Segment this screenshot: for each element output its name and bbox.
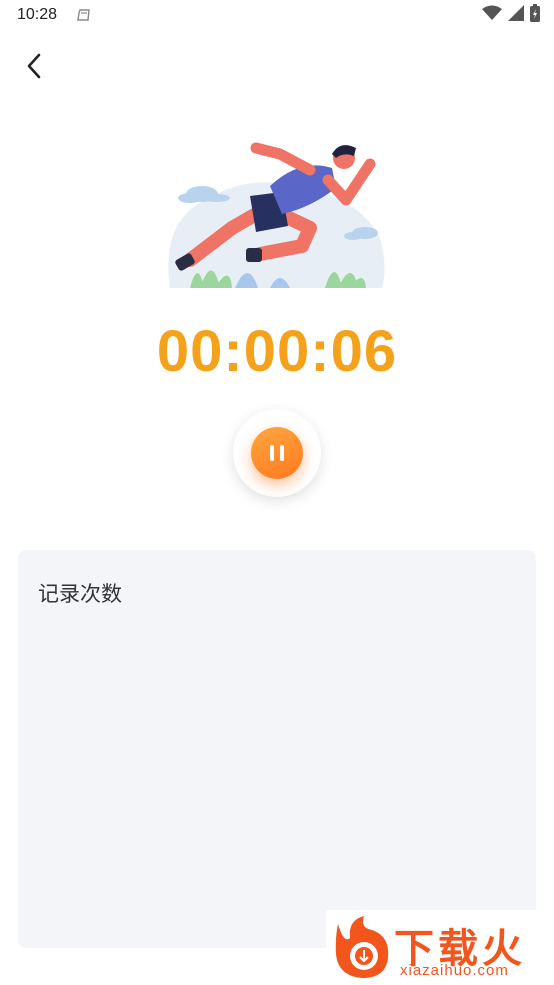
chevron-left-icon: [25, 53, 43, 84]
status-bar: 10:28: [0, 0, 554, 32]
flame-logo-icon: [330, 914, 396, 985]
status-time: 10:28: [17, 6, 58, 23]
status-icons: [482, 3, 540, 27]
signal-icon: [508, 4, 524, 26]
battery-icon: [530, 3, 540, 27]
pause-bar-left: [270, 445, 274, 461]
watermark-url: xiazaihuo.com: [400, 962, 509, 979]
notification-icon: [76, 8, 92, 22]
pause-icon: [251, 427, 303, 479]
watermark: 下载火 xiazaihuo.com: [326, 910, 554, 984]
runner-illustration: [160, 128, 390, 298]
record-panel: 记录次数: [18, 550, 536, 948]
back-button[interactable]: [18, 52, 50, 84]
record-title: 记录次数: [38, 583, 122, 606]
elapsed-timer: 00:00:06: [156, 319, 398, 384]
pause-bar-right: [280, 445, 284, 461]
wifi-icon: [482, 5, 502, 26]
pause-button[interactable]: [233, 409, 321, 497]
